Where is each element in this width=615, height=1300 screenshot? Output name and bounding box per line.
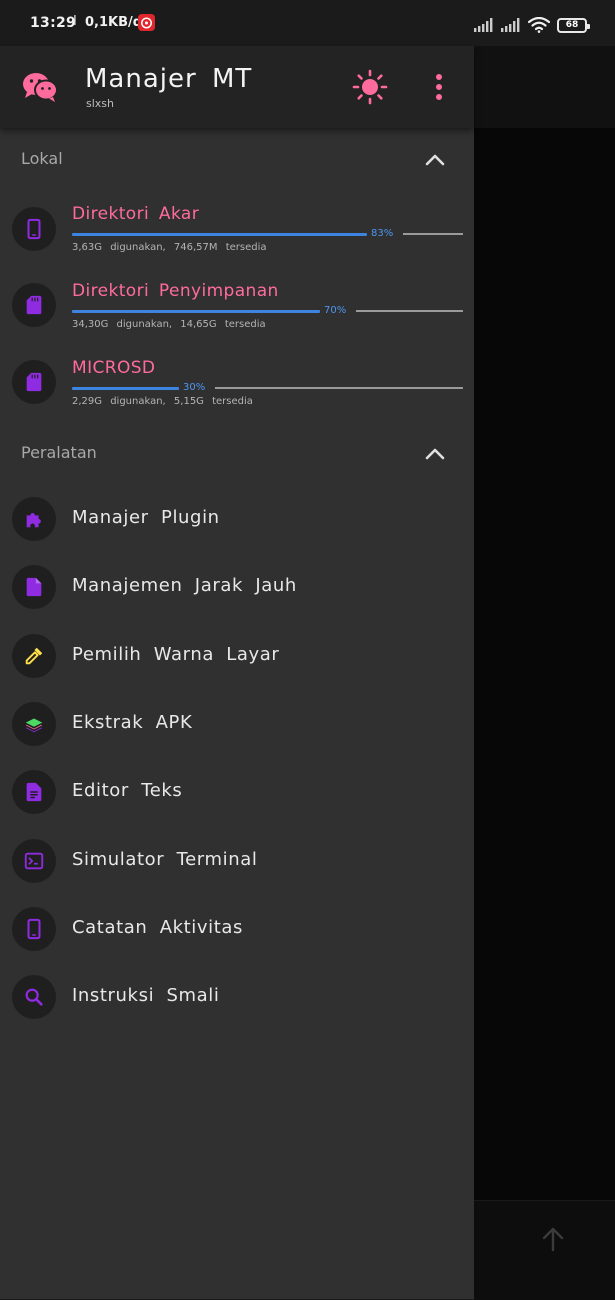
drawer-scrim[interactable] [474, 128, 615, 1200]
battery-level: 68 [565, 20, 579, 30]
document-icon [26, 782, 42, 802]
storage-info: 34,30G digunakan, 14,65G tersedia [72, 319, 266, 330]
navigation-drawer: Manajer MT slxsh Lokal Direktori Akar 83… [0, 46, 474, 1299]
tool-label: Ekstrak APK [72, 712, 193, 733]
storage-usage-percent: 70% [324, 305, 347, 316]
storage-name: MICROSD [72, 358, 156, 378]
section-title-lokal[interactable]: Lokal [21, 149, 63, 168]
tool-label: Manajemen Jarak Jauh [72, 575, 297, 596]
sd-card-icon [26, 295, 42, 315]
arrow-up-icon[interactable] [540, 1226, 566, 1252]
status-time: 13:29 [30, 15, 77, 31]
background-toolbar [474, 46, 615, 128]
theme-brightness-icon[interactable] [352, 69, 388, 105]
tool-label: Pemilih Warna Layar [72, 644, 280, 665]
signal-icon [474, 18, 493, 32]
tool-label: Catatan Aktivitas [72, 917, 244, 938]
file-icon [26, 577, 42, 597]
tool-icon-circle [12, 702, 56, 746]
storage-icon-circle [12, 360, 56, 404]
tool-label: Simulator Terminal [72, 849, 258, 870]
sd-card-icon [26, 372, 42, 392]
storage-icon-circle [12, 283, 56, 327]
app-title: Manajer MT [85, 64, 253, 94]
battery-icon: 68 [557, 17, 590, 33]
storage-usage-bar: 83% [72, 228, 463, 240]
eyedropper-icon [25, 647, 43, 665]
storage-usage-bar: 30% [72, 382, 463, 394]
storage-usage-fill [72, 310, 320, 313]
storage-name: Direktori Akar [72, 204, 200, 224]
signal-icon [501, 18, 520, 32]
storage-usage-percent: 30% [183, 382, 206, 393]
phone-icon [27, 218, 41, 240]
storage-usage-bar: 70% [72, 305, 463, 317]
storage-info: 2,29G digunakan, 5,15G tersedia [72, 396, 253, 407]
chevron-up-icon[interactable] [424, 445, 446, 461]
storage-name: Direktori Penyimpanan [72, 281, 279, 301]
storage-usage-percent: 83% [371, 228, 394, 239]
layers-icon [25, 718, 43, 733]
storage-free-track [215, 387, 463, 389]
storage-icon-circle [12, 207, 56, 251]
terminal-icon [24, 852, 44, 870]
storage-usage-fill [72, 387, 179, 390]
more-vert-icon[interactable] [428, 72, 450, 102]
storage-free-track [403, 233, 463, 235]
status-net-speed: 0,1KB/d [85, 15, 143, 30]
tool-label: Manajer Plugin [72, 507, 220, 528]
tool-icon-circle [12, 634, 56, 678]
storage-info: 3,63G digunakan, 746,57M tersedia [72, 242, 267, 253]
tool-icon-circle [12, 770, 56, 814]
tool-icon-circle [12, 975, 56, 1019]
drawer-header: Manajer MT slxsh [0, 46, 474, 128]
section-title-peralatan[interactable]: Peralatan [21, 443, 97, 462]
storage-usage-fill [72, 233, 367, 236]
chevron-up-icon[interactable] [424, 151, 446, 167]
storage-free-track [356, 310, 463, 312]
app-subtitle: slxsh [86, 97, 114, 110]
tool-label: Instruksi Smali [72, 985, 220, 1006]
tool-icon-circle [12, 497, 56, 541]
tool-icon-circle [12, 565, 56, 609]
status-bar: 13:29 I 0,1KB/d 68 [0, 0, 615, 46]
status-separator: I [73, 14, 77, 29]
wifi-icon [528, 17, 550, 33]
search-icon [25, 988, 43, 1006]
phone-icon [27, 918, 41, 940]
tool-icon-circle [12, 839, 56, 883]
tool-label: Editor Teks [72, 780, 183, 801]
puzzle-icon [26, 513, 41, 528]
netease-music-icon [138, 14, 155, 31]
tool-icon-circle [12, 907, 56, 951]
app-logo-icon [23, 73, 58, 102]
